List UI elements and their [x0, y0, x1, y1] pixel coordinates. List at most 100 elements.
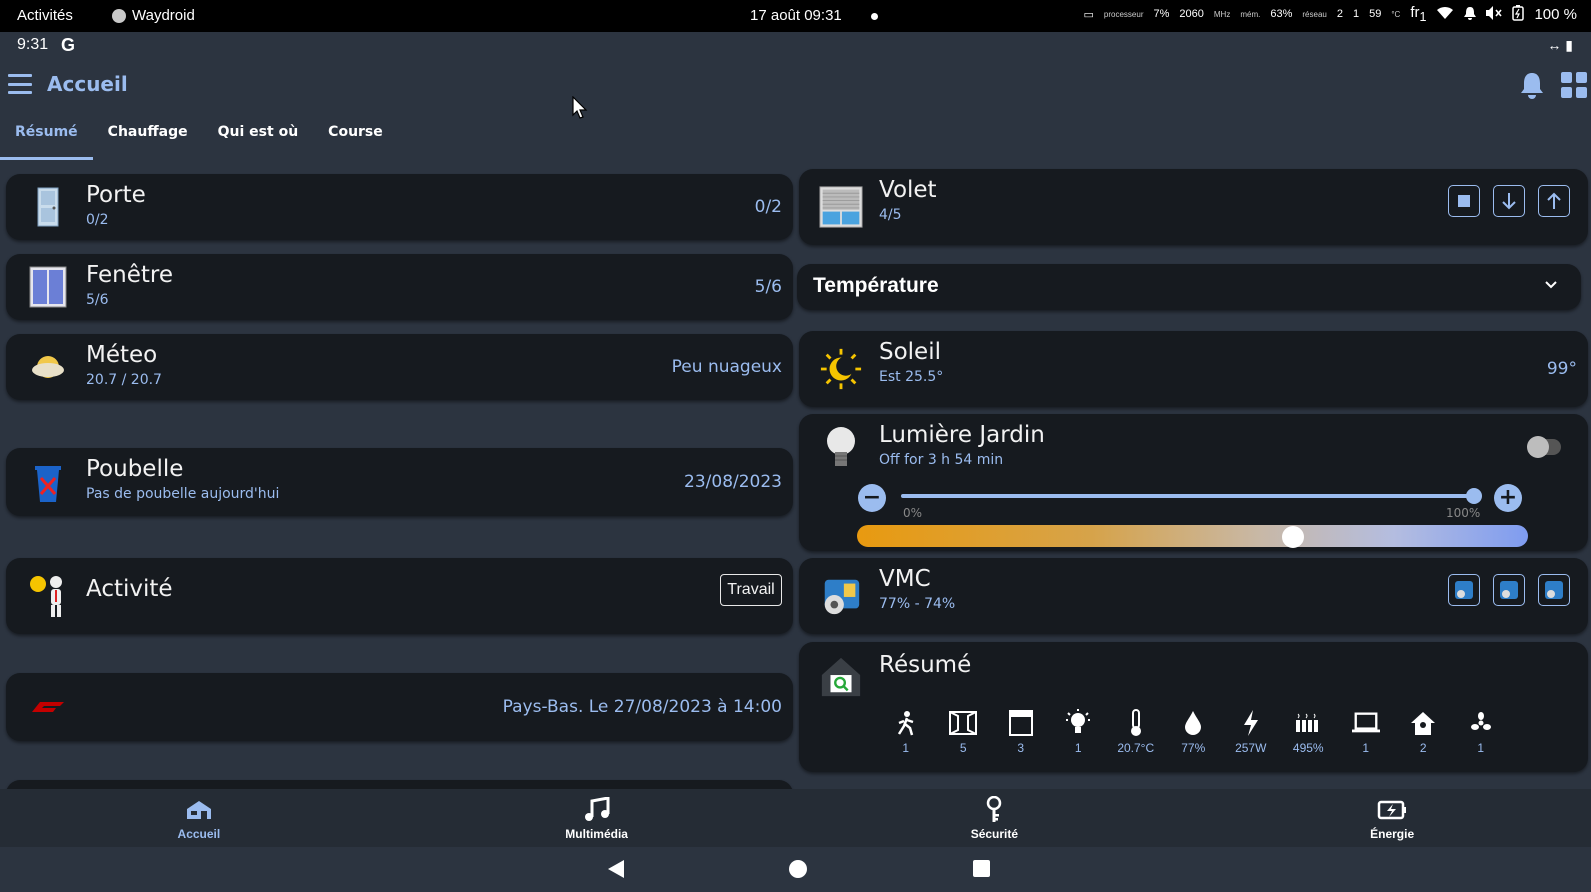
travail-button[interactable]: Travail: [720, 574, 782, 606]
wifi-icon: [1436, 6, 1454, 23]
volet-stop-button[interactable]: [1448, 185, 1480, 217]
hamburger-menu-icon[interactable]: [8, 74, 32, 94]
nav-accueil[interactable]: Accueil: [0, 789, 398, 847]
android-time: 9:31: [17, 36, 49, 53]
resume-value-fan: 1: [1477, 741, 1485, 755]
vmc-mode-1-button[interactable]: [1448, 574, 1480, 606]
slider-max-label: 100%: [1446, 506, 1481, 520]
resume-value-lights: 1: [1074, 741, 1082, 755]
person-walk-icon: [892, 709, 920, 737]
volet-title: Volet: [879, 177, 937, 203]
resume-value-temperature: 20.7°C: [1117, 741, 1155, 755]
flash-icon: [1237, 709, 1265, 737]
cpu-label: processeur: [1103, 9, 1144, 19]
net-up: 1: [1352, 8, 1360, 20]
resume-title: Résumé: [879, 652, 972, 678]
app-name: Waydroid: [132, 7, 195, 24]
tab-qui-est-ou[interactable]: Qui est où: [203, 114, 314, 160]
volet-down-button[interactable]: [1493, 185, 1525, 217]
fenetre-card[interactable]: Fenêtre 5/6 5/6: [6, 254, 793, 320]
vmc-mode-2-button[interactable]: [1493, 574, 1525, 606]
cloud-sun-icon: [26, 345, 70, 389]
nav-securite[interactable]: Sécurité: [796, 789, 1194, 847]
brightness-minus-button[interactable]: −: [858, 484, 886, 512]
brightness-plus-button[interactable]: +: [1494, 484, 1522, 512]
resume-item-temperature[interactable]: 20.7°C: [1107, 709, 1165, 755]
poubelle-card[interactable]: Poubelle Pas de poubelle aujourd'hui 23/…: [6, 448, 793, 516]
lumiere-toggle[interactable]: [1527, 436, 1561, 458]
system-indicators[interactable]: ▭ processeur 7% 2060 MHz mém. 63% réseau…: [1084, 4, 1577, 24]
resume-item-lights[interactable]: 1: [1050, 709, 1108, 755]
nav-energie[interactable]: Énergie: [1193, 789, 1591, 847]
tab-resume[interactable]: Résumé: [0, 114, 93, 160]
f1-card[interactable]: Pays-Bas. Le 27/08/2023 à 14:00: [6, 673, 793, 741]
resume-item-humidity[interactable]: 77%: [1165, 709, 1223, 755]
activite-card[interactable]: Activité Travail: [6, 558, 793, 634]
keyboard-layout[interactable]: fr1: [1410, 4, 1426, 24]
color-temperature-slider[interactable]: [857, 525, 1528, 547]
porte-card[interactable]: Porte 0/2 0/2: [6, 174, 793, 240]
resume-item-motion[interactable]: 1: [877, 709, 935, 755]
activities-button[interactable]: Activités: [17, 7, 73, 24]
soleil-sub: Est 25.5°: [879, 369, 944, 385]
battery-charging-icon: [1377, 795, 1407, 825]
shutter-outline-icon: [1007, 709, 1035, 737]
tab-course[interactable]: Course: [313, 114, 398, 160]
fenetre-title: Fenêtre: [86, 262, 173, 288]
temperature-section-header[interactable]: Température: [797, 264, 1581, 310]
resume-item-shutters[interactable]: 3: [992, 709, 1050, 755]
key-icon: [979, 795, 1009, 825]
bell-small-icon: [1464, 6, 1477, 23]
vmc-card[interactable]: VMC 77% - 74%: [799, 558, 1588, 634]
nav-multimedia[interactable]: Multimédia: [398, 789, 796, 847]
soleil-title: Soleil: [879, 339, 941, 365]
tab-chauffage[interactable]: Chauffage: [93, 114, 203, 160]
resume-item-heating[interactable]: 495%: [1280, 709, 1338, 755]
waydroid-icon: [112, 8, 126, 23]
mouse-cursor-icon: [572, 95, 588, 124]
freq-unit: MHz: [1213, 9, 1231, 19]
dashboard-grid-icon[interactable]: [1561, 72, 1587, 98]
app-menu[interactable]: Waydroid: [112, 7, 195, 24]
brightness-slider-thumb[interactable]: [1466, 488, 1482, 504]
resume-value-presence: 2: [1419, 741, 1427, 755]
notifications-bell-icon[interactable]: [1517, 70, 1547, 100]
color-temperature-thumb[interactable]: [1282, 526, 1304, 548]
recents-square-icon[interactable]: [973, 860, 990, 877]
radiator-icon: [1294, 709, 1322, 737]
light-bulb-icon: [819, 426, 863, 470]
resume-item-windows[interactable]: 5: [935, 709, 993, 755]
resume-item-devices[interactable]: 1: [1337, 709, 1395, 755]
poubelle-title: Poubelle: [86, 456, 184, 482]
f1-logo-icon: [26, 685, 70, 729]
poubelle-sub: Pas de poubelle aujourd'hui: [86, 486, 280, 502]
nav-accueil-label: Accueil: [177, 827, 221, 841]
home-circle-icon[interactable]: [789, 860, 807, 878]
google-icon: G: [61, 35, 76, 55]
volet-up-button[interactable]: [1538, 185, 1570, 217]
lang-index: 1: [1419, 10, 1427, 24]
resume-item-power[interactable]: 257W: [1222, 709, 1280, 755]
resume-value-heating: 495%: [1292, 741, 1324, 755]
meteo-value: Peu nuageux: [671, 357, 782, 377]
resume-card[interactable]: Résumé 1 5 3 1 20.7°C 77% 257W 495% 1 2 …: [799, 642, 1588, 772]
resume-value-power: 257W: [1235, 741, 1267, 755]
resume-item-fan[interactable]: 1: [1452, 709, 1510, 755]
meteo-card[interactable]: Méteo 20.7 / 20.7 Peu nuageux: [6, 334, 793, 400]
brightness-slider[interactable]: [901, 494, 1473, 498]
back-triangle-icon[interactable]: [607, 859, 625, 883]
thermometer-icon: [1122, 709, 1150, 737]
volet-card[interactable]: Volet 4/5: [799, 169, 1588, 245]
resume-item-presence[interactable]: 2: [1395, 709, 1453, 755]
f1-value: Pays-Bas. Le 27/08/2023 à 14:00: [502, 697, 782, 717]
trash-bin-icon: [26, 460, 70, 504]
date-time[interactable]: 17 août 09:31: [750, 7, 842, 24]
resume-value-windows: 5: [959, 741, 967, 755]
net-down: 2: [1336, 8, 1343, 20]
home-search-icon: [819, 654, 863, 698]
lumiere-jardin-card[interactable]: Lumière Jardin Off for 3 h 54 min − + 0%…: [799, 414, 1588, 551]
soleil-card[interactable]: Soleil Est 25.5° 99°: [799, 331, 1588, 407]
vmc-mode-3-button[interactable]: [1538, 574, 1570, 606]
shutter-icon: [819, 185, 863, 229]
tab-bar: Résumé Chauffage Qui est où Course: [0, 114, 398, 160]
